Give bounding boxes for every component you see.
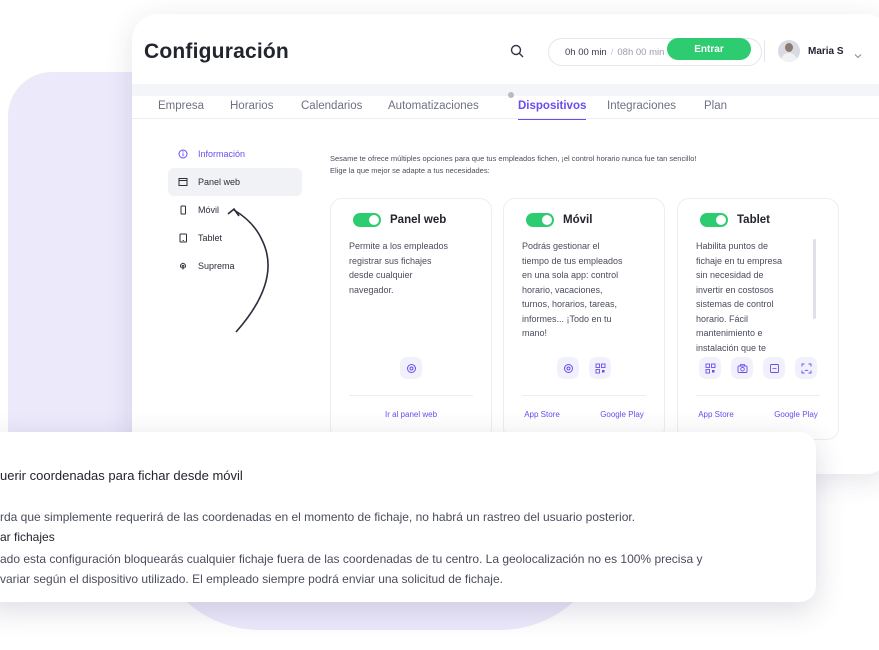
location-pin-icon xyxy=(400,357,422,379)
device-card-panel-web: Panel web Permite a los empleados regist… xyxy=(330,198,492,440)
device-links: App Store Google Play xyxy=(504,410,664,419)
location-pin-icon xyxy=(557,357,579,379)
sidebar-item-label: Información xyxy=(198,149,246,159)
device-description: Podrás gestionar el tiempo de tus emplea… xyxy=(522,239,644,341)
tab-automatizaciones[interactable]: Automatizaciones xyxy=(388,100,479,112)
tab-dispositivos-label: Dispositivos xyxy=(518,100,587,112)
camera-icon xyxy=(731,357,753,379)
description-line: sin necesidad de xyxy=(696,270,764,280)
app-store-link[interactable]: App Store xyxy=(524,410,560,419)
tab-empresa[interactable]: Empresa xyxy=(158,100,204,112)
google-play-link[interactable]: Google Play xyxy=(600,410,644,419)
description-line: horario, vacaciones, xyxy=(522,284,603,295)
qr-code-icon xyxy=(589,357,611,379)
sidebar-item-panel-web[interactable]: Panel web xyxy=(168,168,302,196)
geolocation-description-3: variar según el dispositivo utilizado. E… xyxy=(0,572,503,586)
card-divider xyxy=(696,395,820,396)
sidebar-item-label: Móvil xyxy=(198,205,220,215)
tab-horarios[interactable]: Horarios xyxy=(230,100,273,112)
description-line: horario. Fácil xyxy=(696,313,749,324)
device-feature-icons xyxy=(504,357,664,379)
curved-arrow-icon xyxy=(227,207,269,333)
app-store-link[interactable]: App Store xyxy=(698,410,734,419)
device-feature-icons xyxy=(678,357,838,379)
description-line: fichaje en tu empresa xyxy=(696,255,783,266)
card-divider xyxy=(349,395,473,396)
device-card-header: Tablet xyxy=(700,213,770,227)
device-links: App Store Google Play xyxy=(678,410,838,419)
timer-worked: 0h 00 min xyxy=(565,46,607,58)
qr-code-icon xyxy=(699,357,721,379)
description-line: tiempo de tus empleados xyxy=(522,255,623,266)
tab-dispositivos[interactable]: Dispositivos xyxy=(518,100,587,120)
google-play-link[interactable]: Google Play xyxy=(774,410,818,419)
geolocation-description-2: ado esta configuración bloquearás cualqu… xyxy=(0,552,703,566)
description-line: mano! xyxy=(522,328,548,338)
page-title: Configuración xyxy=(144,40,289,63)
geolocation-settings-card: uerir coordenadas para fichar desde móvi… xyxy=(0,432,816,602)
monitor-icon xyxy=(178,177,188,187)
tablet-toggle[interactable] xyxy=(700,213,728,227)
description-line: Podrás gestionar el xyxy=(522,241,600,251)
tablet-icon xyxy=(178,233,188,243)
description-line: Habilita puntos de xyxy=(696,241,769,251)
geolocation-title: uerir coordenadas para fichar desde móvi… xyxy=(0,468,243,483)
device-card-tablet: Tablet Habilita puntos de fichaje en tu … xyxy=(677,198,839,440)
device-links: Ir al panel web xyxy=(331,410,491,419)
description-line: mantenimiento e xyxy=(696,328,763,338)
sidebar-item-informacion[interactable]: Información xyxy=(168,140,302,168)
movil-toggle[interactable] xyxy=(526,213,554,227)
tab-plan[interactable]: Plan xyxy=(704,100,727,112)
description-line: sistemas de control xyxy=(696,299,774,309)
device-card-header: Móvil xyxy=(526,213,592,227)
user-menu[interactable]: Maria S xyxy=(766,36,862,66)
device-description: Permite a los empleados registrar sus fi… xyxy=(349,239,471,297)
sidebar-item-label: Panel web xyxy=(198,177,241,187)
card-divider xyxy=(522,395,646,396)
user-name: Maria S xyxy=(808,45,844,57)
description-line: registrar sus fichajes xyxy=(349,255,432,266)
face-scan-icon xyxy=(795,357,817,379)
description-line: desde cualquier xyxy=(349,270,413,280)
device-title: Móvil xyxy=(563,214,593,226)
header-band xyxy=(132,84,879,96)
notification-dot xyxy=(508,92,514,98)
description-line: invertir en costosos xyxy=(696,284,774,295)
header-divider xyxy=(764,40,765,62)
intro-line-2: Elige la que mejor se adapte a tus neces… xyxy=(330,166,490,175)
device-description: Habilita puntos de fichaje en tu empresa… xyxy=(696,239,818,355)
description-line: en una sola app: control xyxy=(522,270,619,280)
device-card-movil: Móvil Podrás gestionar el tiempo de tus … xyxy=(503,198,665,440)
timer-total: 08h 00 min xyxy=(617,46,665,58)
description-line: turnos, horarios, tareas, xyxy=(522,299,618,309)
keypad-icon xyxy=(763,357,785,379)
block-fichajes-label: ar fichajes xyxy=(0,530,55,544)
device-title: Tablet xyxy=(737,214,771,226)
avatar xyxy=(778,40,800,62)
chevron-down-icon xyxy=(854,47,862,59)
description-line: navegador. xyxy=(349,284,394,295)
device-card-header: Panel web xyxy=(353,213,446,227)
panel-web-toggle[interactable] xyxy=(353,213,381,227)
search-icon[interactable] xyxy=(510,44,528,62)
phone-icon xyxy=(178,205,188,215)
device-feature-icons xyxy=(331,357,491,379)
description-line: informes... ¡Todo en tu xyxy=(522,313,612,324)
timer-separator: / xyxy=(610,46,614,58)
description-scrollbar[interactable] xyxy=(813,239,816,319)
devices-intro: Sesame te ofrece múltiples opciones para… xyxy=(330,153,800,177)
intro-line-1: Sesame te ofrece múltiples opciones para… xyxy=(330,154,697,163)
tabs-divider xyxy=(132,118,879,119)
info-icon xyxy=(178,149,188,159)
enter-button[interactable]: Entrar xyxy=(667,38,751,60)
device-title: Panel web xyxy=(390,214,447,226)
panel-web-link[interactable]: Ir al panel web xyxy=(385,410,437,419)
description-line: instalación que te xyxy=(696,342,767,353)
fingerprint-icon xyxy=(178,261,188,271)
sidebar-item-label: Tablet xyxy=(198,233,223,243)
tab-calendarios[interactable]: Calendarios xyxy=(301,100,362,112)
description-line: Permite a los empleados xyxy=(349,241,449,251)
geolocation-description-1: rda que simplemente requerirá de las coo… xyxy=(0,510,636,524)
tab-integraciones[interactable]: Integraciones xyxy=(607,100,676,112)
